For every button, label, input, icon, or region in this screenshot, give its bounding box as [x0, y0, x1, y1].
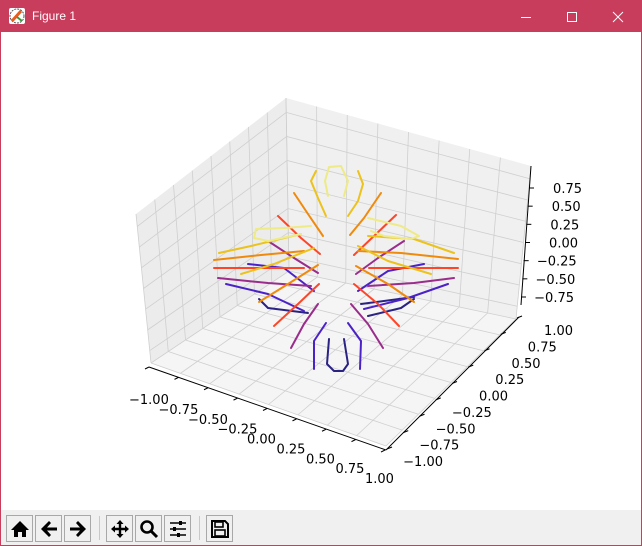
y-tick-label: 0.50 [512, 357, 541, 372]
arrow-right-icon [69, 520, 86, 537]
magnifier-icon [139, 519, 158, 538]
minimize-button[interactable] [503, 1, 549, 32]
3d-contour-axes[interactable]: −1.00−0.75−0.50−0.250.000.250.500.751.00… [1, 32, 641, 510]
z-tick-label: 0.00 [549, 237, 578, 252]
x-tick [351, 439, 356, 443]
y-tick-label: 1.00 [544, 324, 573, 339]
forward-button[interactable] [64, 515, 91, 542]
z-tick-label: −0.75 [534, 291, 574, 306]
y-tick-label: −0.50 [436, 422, 476, 437]
sliders-icon [169, 520, 186, 537]
z-tick-label: 0.25 [550, 218, 579, 233]
y-tick-label: 0.75 [528, 340, 557, 355]
y-tick-label: 0.00 [479, 390, 508, 405]
x-tick [174, 376, 179, 380]
x-tick [144, 366, 150, 370]
y-tick [516, 315, 523, 319]
x-tick-label: 1.00 [365, 472, 394, 487]
x-tick-label: 0.25 [277, 442, 306, 457]
toolbar-separator [199, 516, 200, 540]
x-tick-label: 0.75 [336, 462, 365, 477]
maximize-button[interactable] [549, 1, 595, 32]
x-tick [233, 397, 238, 401]
floppy-icon [210, 519, 229, 538]
pan-button[interactable] [106, 515, 133, 542]
z-tick-label: −0.25 [537, 255, 577, 270]
x-tick [321, 428, 327, 432]
minimize-icon [521, 16, 531, 18]
zoom-button[interactable] [135, 515, 162, 542]
y-tick-label: 0.25 [495, 373, 524, 388]
maximize-icon [567, 11, 577, 22]
configure-subplots-button[interactable] [164, 515, 191, 542]
x-tick [380, 449, 386, 453]
x-tick [262, 408, 268, 411]
close-icon [612, 11, 624, 22]
figure-canvas[interactable]: −1.00 −0.75 −0.50 −0.25 0.00 0.25 0.50 0.75 1.00… [1, 32, 641, 510]
back-button[interactable] [35, 515, 62, 542]
matplotlib-app-icon [9, 8, 25, 24]
x-tick-label: 0.50 [306, 452, 335, 467]
z-tick-label: −0.50 [535, 273, 575, 288]
save-button[interactable] [206, 515, 233, 542]
x-tick [292, 418, 297, 422]
y-tick-label: −1.00 [403, 455, 443, 470]
z-tick-label: 0.75 [553, 182, 582, 197]
navigation-toolbar [1, 510, 641, 545]
window-title: Figure 1 [32, 9, 77, 23]
home-icon [10, 520, 29, 537]
figure-window: Figure 1 −1.00 −0.75 −0.50 −0.25 0.00 0.25 0.5… [0, 0, 642, 546]
home-button[interactable] [6, 515, 33, 542]
close-button[interactable] [595, 1, 641, 32]
move-icon [110, 519, 129, 538]
title-bar: Figure 1 [1, 1, 641, 32]
y-tick-label: −0.25 [452, 406, 492, 421]
x-tick [203, 387, 209, 391]
y-tick-label: −0.75 [419, 439, 459, 454]
z-tick-label: 0.50 [552, 200, 581, 215]
x-tick-label: 0.00 [247, 433, 276, 448]
arrow-left-icon [40, 520, 57, 537]
toolbar-separator [99, 516, 100, 540]
